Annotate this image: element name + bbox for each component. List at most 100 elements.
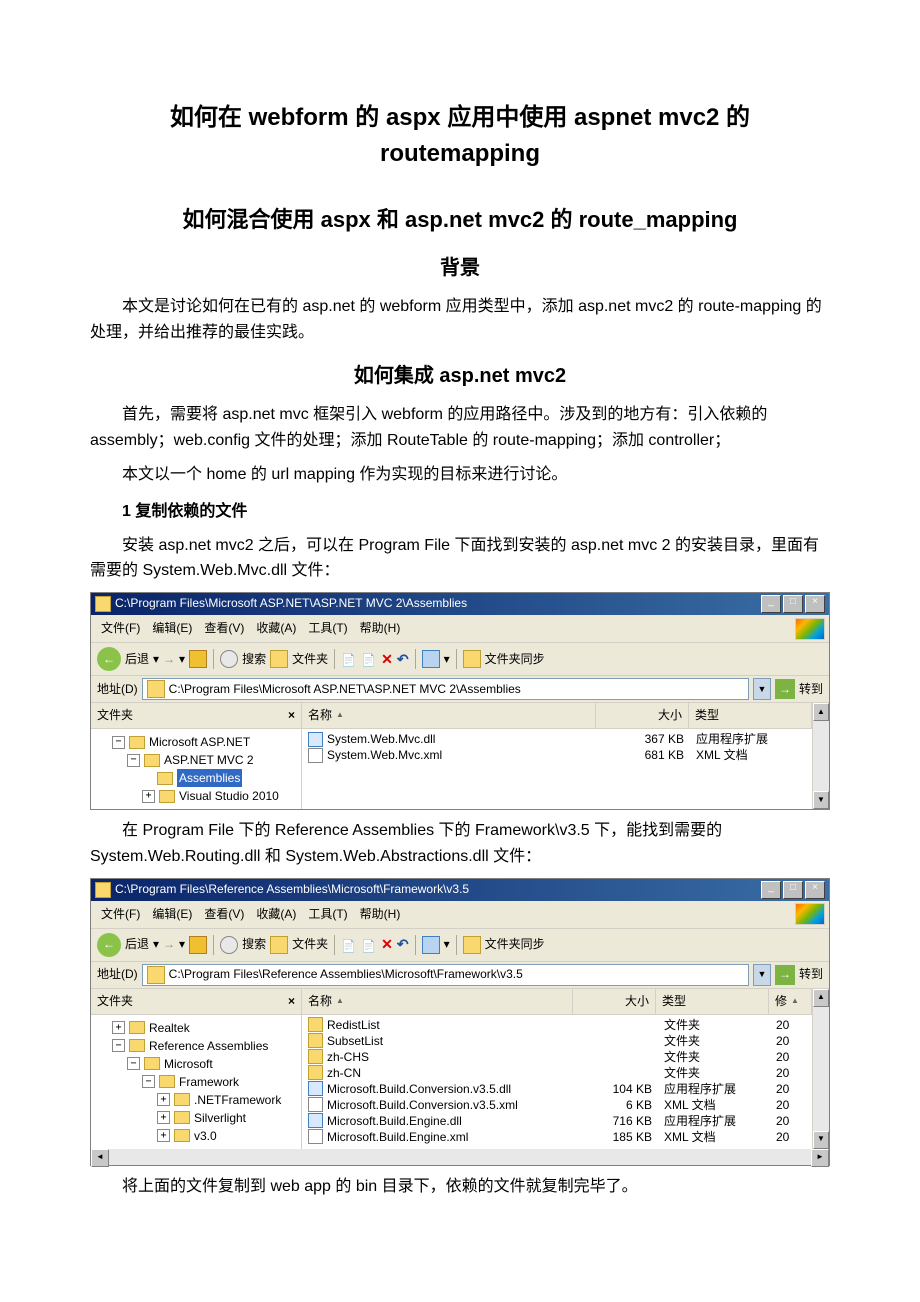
forward-dropdown-icon[interactable]: ▾ [179,935,185,954]
col-type[interactable]: 类型 [656,989,769,1014]
address-dropdown-icon[interactable]: ▼ [753,964,771,986]
go-button[interactable]: → [775,965,795,985]
tree-node[interactable]: +Visual Studio 2010 [97,787,295,805]
file-row[interactable]: Microsoft.Build.Conversion.v3.5.xml6 KBX… [302,1097,812,1113]
titlebar[interactable]: C:\Program Files\Microsoft ASP.NET\ASP.N… [91,593,829,615]
back-dropdown-icon[interactable]: ▾ [153,650,159,669]
cell-size: 681 KB [598,747,690,763]
go-button[interactable]: → [775,679,795,699]
menu-help[interactable]: 帮助(H) [354,903,407,926]
folders-pane-close-icon[interactable]: × [288,706,295,725]
scroll-down-icon[interactable]: ▼ [813,791,829,809]
menu-tools[interactable]: 工具(T) [302,617,353,640]
close-button[interactable]: × [805,595,825,613]
vertical-scrollbar[interactable]: ▲ ▼ [812,703,829,809]
address-input[interactable]: C:\Program Files\Microsoft ASP.NET\ASP.N… [142,678,749,700]
file-row[interactable]: System.Web.Mvc.dll367 KB应用程序扩展 [302,731,812,747]
file-row[interactable]: Microsoft.Build.Engine.xml185 KBXML 文档20 [302,1129,812,1145]
doc-subtitle: 如何混合使用 aspx 和 asp.net mvc2 的 route_mappi… [90,202,830,237]
file-row[interactable]: Microsoft.Build.Engine.dll716 KB应用程序扩展20 [302,1113,812,1129]
address-label: 地址(D) [97,965,138,984]
menu-edit[interactable]: 编辑(E) [146,903,198,926]
minimize-button[interactable]: _ [761,881,781,899]
scroll-up-icon[interactable]: ▲ [813,703,829,721]
views-dropdown-icon[interactable]: ▾ [444,650,450,669]
menu-file[interactable]: 文件(F) [95,617,146,640]
undo-icon[interactable]: ↶ [397,648,409,670]
forward-button[interactable]: → [163,650,175,669]
col-type[interactable]: 类型 [689,703,812,728]
tree-node[interactable]: −Microsoft [97,1055,295,1073]
menu-favorites[interactable]: 收藏(A) [250,617,302,640]
file-row[interactable]: zh-CN文件夹20 [302,1065,812,1081]
delete-icon[interactable]: ✕ [381,933,393,955]
scroll-left-icon[interactable]: ◄ [91,1149,109,1167]
up-icon[interactable] [189,936,207,954]
undo-icon[interactable]: ↶ [397,933,409,955]
menu-edit[interactable]: 编辑(E) [146,617,198,640]
file-row[interactable]: System.Web.Mvc.xml681 KBXML 文档 [302,747,812,763]
maximize-button[interactable]: □ [783,881,803,899]
move-icon[interactable]: 📄 [341,937,357,953]
address-dropdown-icon[interactable]: ▼ [753,678,771,700]
back-button[interactable]: ← [97,933,121,957]
scroll-up-icon[interactable]: ▲ [813,989,829,1007]
col-size[interactable]: 大小 [573,989,656,1014]
search-icon[interactable] [220,936,238,954]
folder-tree[interactable]: −Microsoft ASP.NET −ASP.NET MVC 2 Assemb… [91,729,301,809]
col-size[interactable]: 大小 [596,703,689,728]
tree-node-selected[interactable]: Assemblies [97,769,295,787]
tree-node[interactable]: −ASP.NET MVC 2 [97,751,295,769]
close-button[interactable]: × [805,881,825,899]
sync-icon[interactable] [463,936,481,954]
move-icon[interactable]: 📄 [341,651,357,667]
copy-icon[interactable]: 📄 [361,937,377,953]
up-icon[interactable] [189,650,207,668]
views-icon[interactable] [422,936,440,954]
menu-file[interactable]: 文件(F) [95,903,146,926]
back-button[interactable]: ← [97,647,121,671]
copy-icon[interactable]: 📄 [361,651,377,667]
col-name[interactable]: 名称 [302,989,573,1014]
folders-icon[interactable] [270,650,288,668]
horizontal-scrollbar[interactable]: ◄ ► [91,1149,829,1165]
tree-node[interactable]: −Reference Assemblies [97,1037,295,1055]
menu-view[interactable]: 查看(V) [198,617,250,640]
tree-node[interactable]: +.NETFramework [97,1091,295,1109]
delete-icon[interactable]: ✕ [381,648,393,670]
col-modified[interactable]: 修 [769,989,812,1014]
toolbar: ← 后退 ▾ → ▾ 搜索 文件夹 📄 📄 ✕ ↶ ▾ 文件夹同步 [91,929,829,962]
folders-pane-close-icon[interactable]: × [288,992,295,1011]
tree-node[interactable]: −Framework [97,1073,295,1091]
col-name[interactable]: 名称 [302,703,596,728]
folders-icon[interactable] [270,936,288,954]
menu-view[interactable]: 查看(V) [198,903,250,926]
vertical-scrollbar[interactable]: ▲ ▼ [812,989,829,1149]
forward-dropdown-icon[interactable]: ▾ [179,650,185,669]
file-row[interactable]: RedistList文件夹20 [302,1017,812,1033]
views-icon[interactable] [422,650,440,668]
sync-icon[interactable] [463,650,481,668]
forward-button[interactable]: → [163,935,175,954]
file-row[interactable]: zh-CHS文件夹20 [302,1049,812,1065]
tree-node[interactable]: +Realtek [97,1019,295,1037]
scroll-down-icon[interactable]: ▼ [813,1131,829,1149]
folder-tree[interactable]: +Realtek −Reference Assemblies −Microsof… [91,1015,301,1149]
tree-node[interactable]: +Silverlight [97,1109,295,1127]
back-dropdown-icon[interactable]: ▾ [153,935,159,954]
scroll-right-icon[interactable]: ► [811,1149,829,1167]
views-dropdown-icon[interactable]: ▾ [444,935,450,954]
menu-help[interactable]: 帮助(H) [354,617,407,640]
menu-favorites[interactable]: 收藏(A) [250,903,302,926]
maximize-button[interactable]: □ [783,595,803,613]
file-row[interactable]: SubsetList文件夹20 [302,1033,812,1049]
menu-tools[interactable]: 工具(T) [302,903,353,926]
separator [415,935,416,955]
file-row[interactable]: Microsoft.Build.Conversion.v3.5.dll104 K… [302,1081,812,1097]
address-input[interactable]: C:\Program Files\Reference Assemblies\Mi… [142,964,749,986]
titlebar[interactable]: C:\Program Files\Reference Assemblies\Mi… [91,879,829,901]
minimize-button[interactable]: _ [761,595,781,613]
search-icon[interactable] [220,650,238,668]
tree-node[interactable]: +v3.0 [97,1127,295,1145]
tree-node[interactable]: −Microsoft ASP.NET [97,733,295,751]
